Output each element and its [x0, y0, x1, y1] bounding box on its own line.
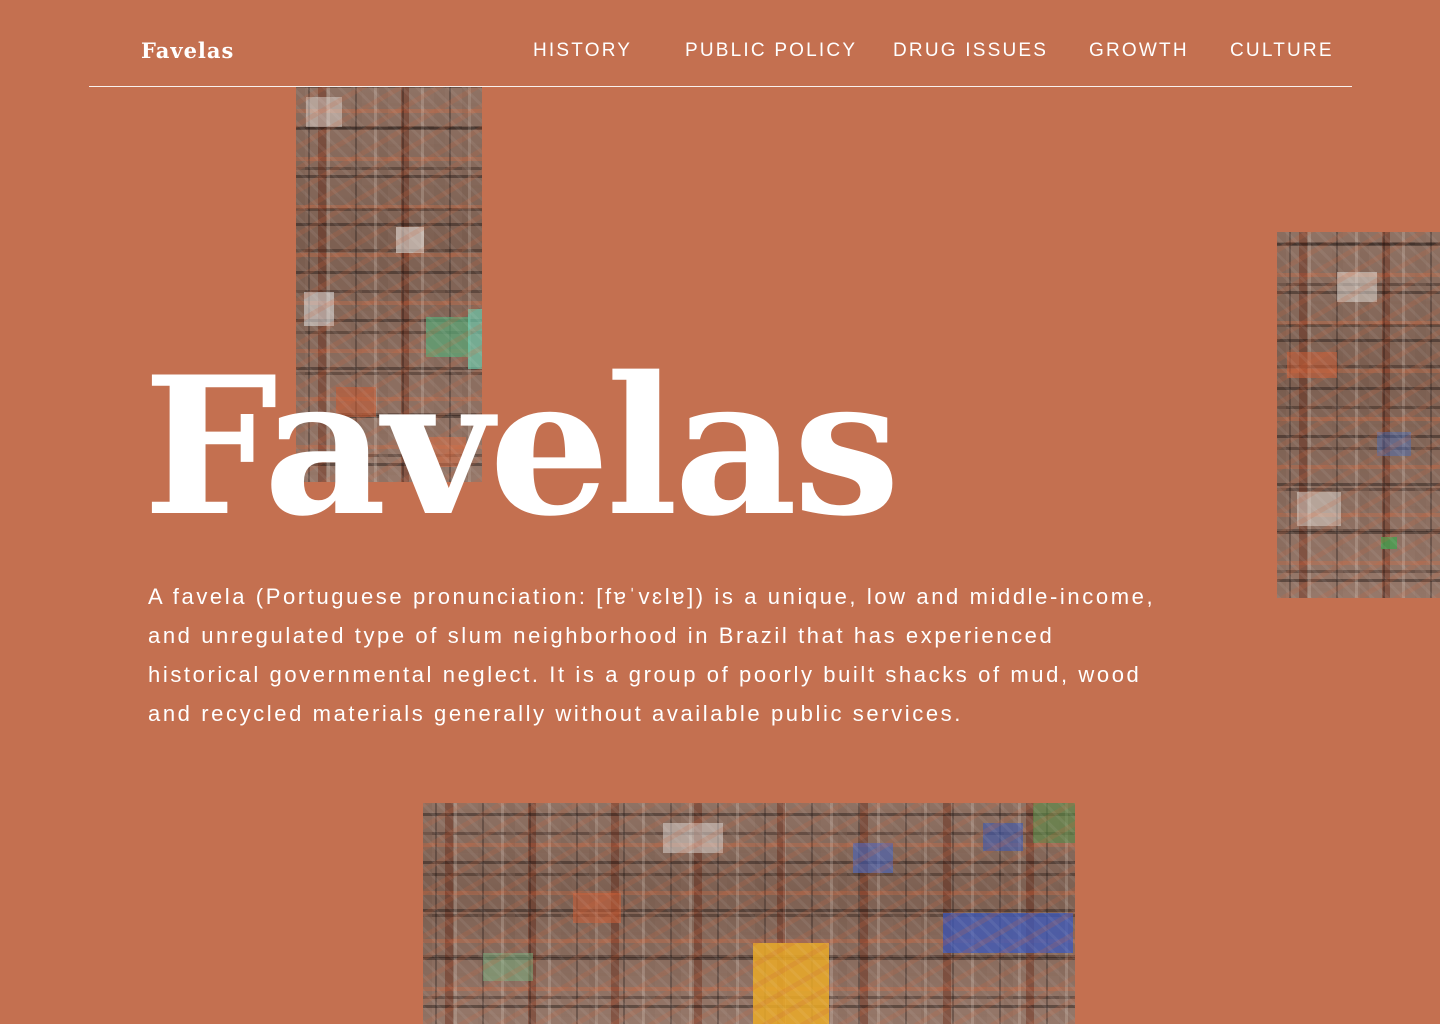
nav-link-drug-issues[interactable]: DRUG ISSUES [893, 40, 1048, 62]
favela-hillside-photo-bottom [423, 803, 1075, 1024]
main-nav: HISTORY PUBLIC POLICY DRUG ISSUES GROWTH… [89, 40, 1352, 64]
favela-hillside-photo-right [1277, 232, 1440, 598]
nav-link-culture[interactable]: CULTURE [1230, 40, 1334, 62]
nav-link-public-policy[interactable]: PUBLIC POLICY [685, 40, 857, 62]
hero-title: Favelas [143, 335, 900, 558]
intro-paragraph: A favela (Portuguese pronunciation: [fɐˈ… [148, 584, 1156, 726]
nav-link-history[interactable]: HISTORY [533, 40, 632, 62]
nav-link-growth[interactable]: GROWTH [1089, 40, 1189, 62]
site-header: Favelas HISTORY PUBLIC POLICY DRUG ISSUE… [89, 0, 1352, 87]
